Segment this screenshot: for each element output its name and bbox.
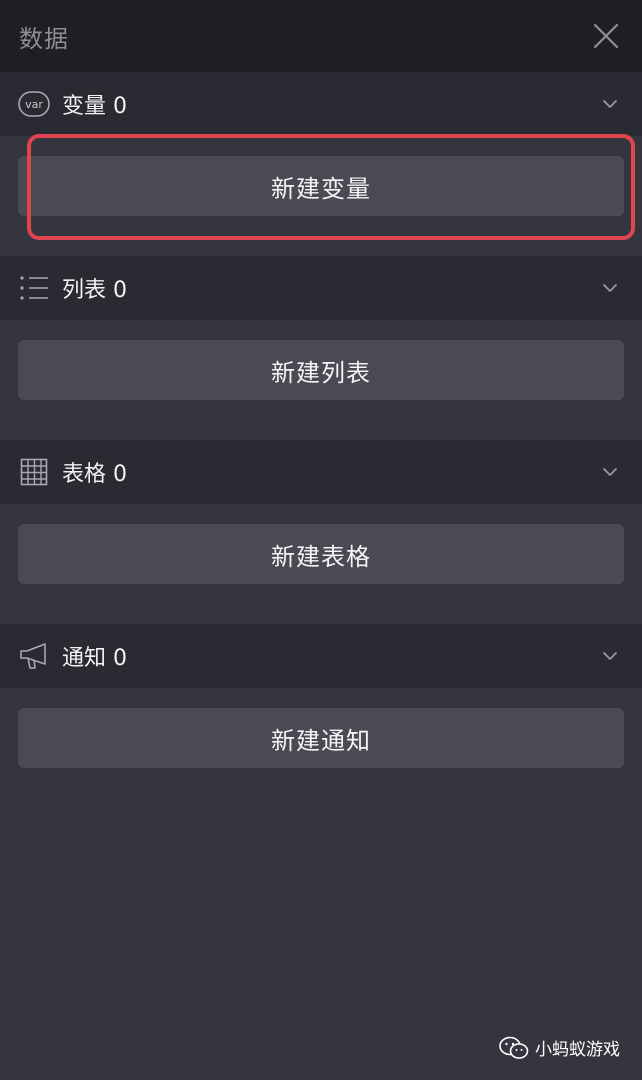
var-icon: var — [18, 88, 50, 120]
watermark-text: 小蚂蚁游戏 — [535, 1040, 620, 1060]
megaphone-icon — [18, 640, 50, 672]
section-label-tables: 表格 0 — [62, 462, 127, 487]
new-list-button[interactable]: 新建列表 — [18, 340, 624, 400]
section-body-tables: 新建表格 — [0, 504, 642, 624]
section-label-variables: 变量 0 — [62, 94, 127, 119]
svg-text:var: var — [25, 98, 43, 111]
panel-title: 数据 — [19, 24, 69, 53]
section-header-notifications[interactable]: 通知 0 — [0, 624, 642, 688]
section-label-lists: 列表 0 — [62, 278, 127, 303]
section-header-variables[interactable]: var 变量 0 — [0, 72, 642, 136]
wechat-logo-icon — [499, 1036, 529, 1060]
list-icon — [18, 272, 50, 304]
watermark: 小蚂蚁游戏 — [499, 1035, 620, 1060]
panel-header: 数据 — [0, 0, 642, 72]
section-label-notifications: 通知 0 — [62, 646, 127, 671]
chevron-down-icon[interactable] — [600, 94, 620, 114]
section-header-lists[interactable]: 列表 0 — [0, 256, 642, 320]
table-icon — [18, 456, 50, 488]
section-body-notifications: 新建通知 — [0, 688, 642, 768]
close-icon[interactable] — [592, 22, 620, 50]
new-table-button[interactable]: 新建表格 — [18, 524, 624, 584]
data-panel: 数据 var 变量 0 新建变量 列表 0 新建列表 表格 0 新建表格 通知 … — [0, 0, 642, 1080]
new-notification-button[interactable]: 新建通知 — [18, 708, 624, 768]
chevron-down-icon[interactable] — [600, 646, 620, 666]
chevron-down-icon[interactable] — [600, 462, 620, 482]
section-body-lists: 新建列表 — [0, 320, 642, 440]
new-variable-button[interactable]: 新建变量 — [18, 156, 624, 216]
section-header-tables[interactable]: 表格 0 — [0, 440, 642, 504]
chevron-down-icon[interactable] — [600, 278, 620, 298]
section-body-variables: 新建变量 — [0, 136, 642, 256]
